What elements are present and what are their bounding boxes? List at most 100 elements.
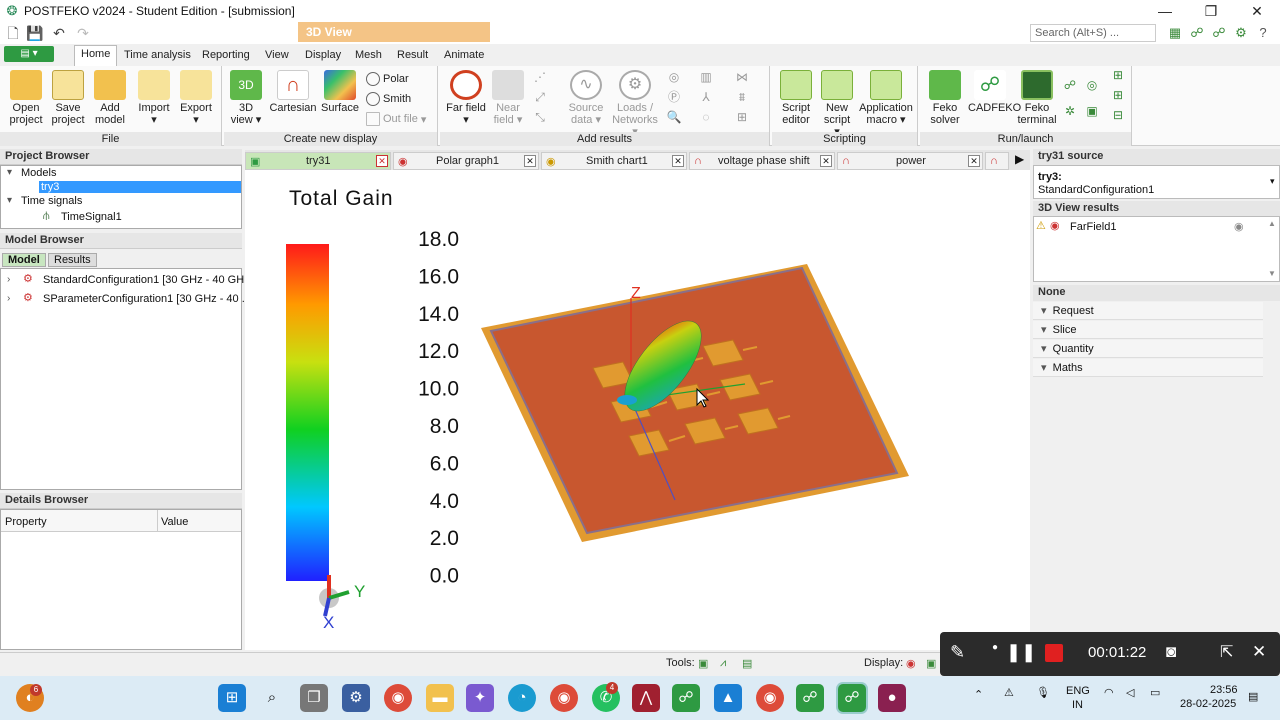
expand-icon[interactable]: ⇱ bbox=[1220, 642, 1233, 662]
copilot-icon[interactable]: ✦ bbox=[466, 684, 494, 712]
search-icon[interactable]: ⌕ bbox=[258, 684, 286, 712]
tool-icon-1[interactable]: ▣ bbox=[698, 657, 708, 670]
tool-icon-2[interactable]: ⩘ bbox=[720, 657, 726, 670]
expand-time-signals-icon[interactable]: ▾ bbox=[7, 195, 12, 206]
file-menu-button[interactable]: ▤ ▾ bbox=[4, 46, 54, 62]
tree-model-try3[interactable]: try3 bbox=[39, 181, 241, 193]
windows-start-icon[interactable]: ⊞ bbox=[218, 684, 246, 712]
mini-result-icon-6[interactable]: 🔍 bbox=[666, 110, 682, 124]
settings-icon[interactable]: ⚙ bbox=[342, 684, 370, 712]
notifications-icon[interactable]: ▤ bbox=[1248, 690, 1258, 703]
recorder-taskbar-icon[interactable]: ● bbox=[878, 684, 906, 712]
region-indicator[interactable]: IN bbox=[1072, 699, 1083, 711]
loads-networks-button[interactable]: ⚙ Loads / Networks ▾ bbox=[612, 70, 658, 138]
visibility-eye-icon[interactable]: ◉ bbox=[1234, 220, 1244, 233]
mini-result-icon-1[interactable]: ⋰ bbox=[532, 70, 548, 84]
mini-result-icon-2[interactable]: ⤢ bbox=[532, 90, 548, 104]
layout-icon[interactable]: ▦ bbox=[1166, 24, 1184, 42]
tab-home[interactable]: Home bbox=[74, 45, 118, 66]
far-field-button[interactable]: Far field ▾ bbox=[446, 70, 486, 126]
source-selector[interactable]: try3: StandardConfiguration1 ▾ bbox=[1033, 165, 1280, 199]
run-mini-icon-5[interactable]: ⊞ bbox=[1110, 68, 1126, 82]
3d-scene[interactable]: Total Gain 18.0 16.0 14.0 12.0 10.0 8.0 6.0 4.0… bbox=[245, 170, 1030, 650]
doc-tab-overflow[interactable]: ∩ bbox=[985, 152, 1009, 170]
near-field-button[interactable]: Near field ▾ bbox=[488, 70, 528, 126]
close-tab-power-icon[interactable]: ✕ bbox=[968, 155, 980, 167]
tree-time-signals[interactable]: Time signals bbox=[21, 195, 82, 207]
mini-result-icon-10[interactable]: ⋈ bbox=[734, 70, 750, 84]
scroll-down-icon[interactable]: ▼ bbox=[1268, 269, 1276, 278]
battery-icon[interactable]: ▭ bbox=[1150, 686, 1160, 699]
close-tab-polar-icon[interactable]: ✕ bbox=[524, 155, 536, 167]
doc-tab-try31[interactable]: ▣ try31 ✕ bbox=[245, 152, 391, 170]
section-quantity[interactable]: ▾ Quantity bbox=[1033, 340, 1263, 358]
close-recorder-icon[interactable]: ✕ bbox=[1252, 642, 1266, 662]
export-button[interactable]: Export ▾ bbox=[176, 70, 216, 126]
tray-network-warning-icon[interactable]: ⚠ bbox=[1004, 686, 1014, 699]
maximize-button[interactable]: ❐ bbox=[1188, 0, 1234, 22]
mini-result-icon-5[interactable]: Ⓟ bbox=[666, 90, 682, 104]
close-tab-voltage-icon[interactable]: ✕ bbox=[820, 155, 832, 167]
run-mini-icon-7[interactable]: ⊟ bbox=[1110, 108, 1126, 122]
chrome-icon[interactable]: ◉ bbox=[384, 684, 412, 712]
close-button[interactable]: ✕ bbox=[1234, 0, 1280, 22]
tree-sparameter-configuration[interactable]: SParameterConfiguration1 [30 GHz - 40 ..… bbox=[43, 293, 251, 305]
model-browser-tab-model[interactable]: Model bbox=[2, 253, 46, 267]
mini-result-icon-11[interactable]: ⩩ bbox=[734, 90, 750, 104]
chrome-second-icon[interactable]: ◉ bbox=[756, 684, 784, 712]
settings-icon[interactable]: ⚙ bbox=[1232, 24, 1250, 42]
mini-result-icon-12[interactable]: ⊞ bbox=[734, 110, 750, 124]
doc-tab-smith-chart1[interactable]: ◉ Smith chart1 ✕ bbox=[541, 152, 687, 170]
import-button[interactable]: Import ▾ bbox=[134, 70, 174, 126]
tool-icon-3[interactable]: ▤ bbox=[742, 657, 752, 670]
tray-microphone-icon[interactable]: 🎙 bbox=[1036, 686, 1050, 699]
run-mini-icon-3[interactable]: ✲ bbox=[1062, 104, 1078, 118]
doc-tab-power[interactable]: ∩ power ✕ bbox=[837, 152, 983, 170]
search-input[interactable]: Search (Alt+S) ... bbox=[1030, 24, 1156, 42]
clock-time[interactable]: 23:56 bbox=[1210, 684, 1238, 696]
tab-scroll-right-icon[interactable]: ▶ bbox=[1015, 152, 1024, 166]
section-request[interactable]: ▾ Request bbox=[1033, 302, 1263, 320]
run-mini-icon-4[interactable]: ▣ bbox=[1084, 104, 1100, 118]
tab-display[interactable]: Display bbox=[299, 47, 347, 63]
volume-icon[interactable]: ◁ bbox=[1126, 686, 1134, 699]
smith-button[interactable]: Smith bbox=[366, 92, 411, 106]
new-script-button[interactable]: New script ▾ bbox=[820, 70, 854, 138]
mini-result-icon-4[interactable]: ◎ bbox=[666, 70, 682, 84]
mini-result-icon-8[interactable]: ⅄ bbox=[698, 90, 714, 104]
tray-chevron-icon[interactable]: ⌃ bbox=[974, 688, 983, 701]
minimize-button[interactable]: — bbox=[1142, 0, 1188, 22]
run-mini-icon-1[interactable]: ☍ bbox=[1062, 78, 1078, 92]
matlab-icon[interactable]: ⋀ bbox=[632, 684, 660, 712]
tab-animate[interactable]: Animate bbox=[438, 47, 490, 63]
script-editor-button[interactable]: Script editor bbox=[776, 70, 816, 126]
collapse-slice-icon[interactable]: ▾ bbox=[1041, 324, 1047, 336]
tab-time-analysis[interactable]: Time analysis bbox=[118, 47, 197, 63]
source-dropdown-icon[interactable]: ▾ bbox=[1270, 176, 1275, 187]
display-icon-1[interactable]: ◉ bbox=[906, 657, 916, 670]
tab-result[interactable]: Result bbox=[391, 47, 434, 63]
3d-view-button[interactable]: 3D 3D view ▾ bbox=[228, 70, 264, 126]
open-project-button[interactable]: Open project bbox=[6, 70, 46, 126]
camera-icon[interactable]: ◙ bbox=[1166, 642, 1176, 662]
doc-tab-voltage-phase-shift[interactable]: ∩ voltage phase shift ✕ bbox=[689, 152, 835, 170]
tree-standard-configuration[interactable]: StandardConfiguration1 [30 GHz - 40 GH..… bbox=[43, 274, 253, 286]
mini-result-icon-7[interactable]: ▥ bbox=[698, 70, 714, 84]
postfeko-taskbar-icon[interactable]: ☍ bbox=[838, 684, 866, 712]
context-tab-3d-view[interactable]: 3D View bbox=[298, 22, 490, 42]
undo-icon[interactable]: ↶ bbox=[50, 24, 68, 42]
collapse-quantity-icon[interactable]: ▾ bbox=[1041, 343, 1047, 355]
cartesian-button[interactable]: ∩ Cartesian bbox=[268, 70, 318, 114]
photos-icon[interactable]: ▲ bbox=[714, 684, 742, 712]
surface-button[interactable]: Surface bbox=[320, 70, 360, 114]
tab-view[interactable]: View bbox=[259, 47, 295, 63]
tab-mesh[interactable]: Mesh bbox=[349, 47, 388, 63]
pen-icon[interactable]: ✎ bbox=[950, 642, 965, 663]
save-icon[interactable]: 💾 bbox=[26, 24, 44, 42]
stop-record-icon[interactable] bbox=[1045, 644, 1063, 662]
feko-solver-button[interactable]: Feko solver bbox=[924, 70, 966, 126]
display-icon-2[interactable]: ▣ bbox=[926, 657, 936, 670]
section-slice[interactable]: ▾ Slice bbox=[1033, 321, 1263, 339]
cadfeko-taskbar-icon[interactable]: ☍ bbox=[796, 684, 824, 712]
edge-icon[interactable]: ◔ bbox=[508, 684, 536, 712]
